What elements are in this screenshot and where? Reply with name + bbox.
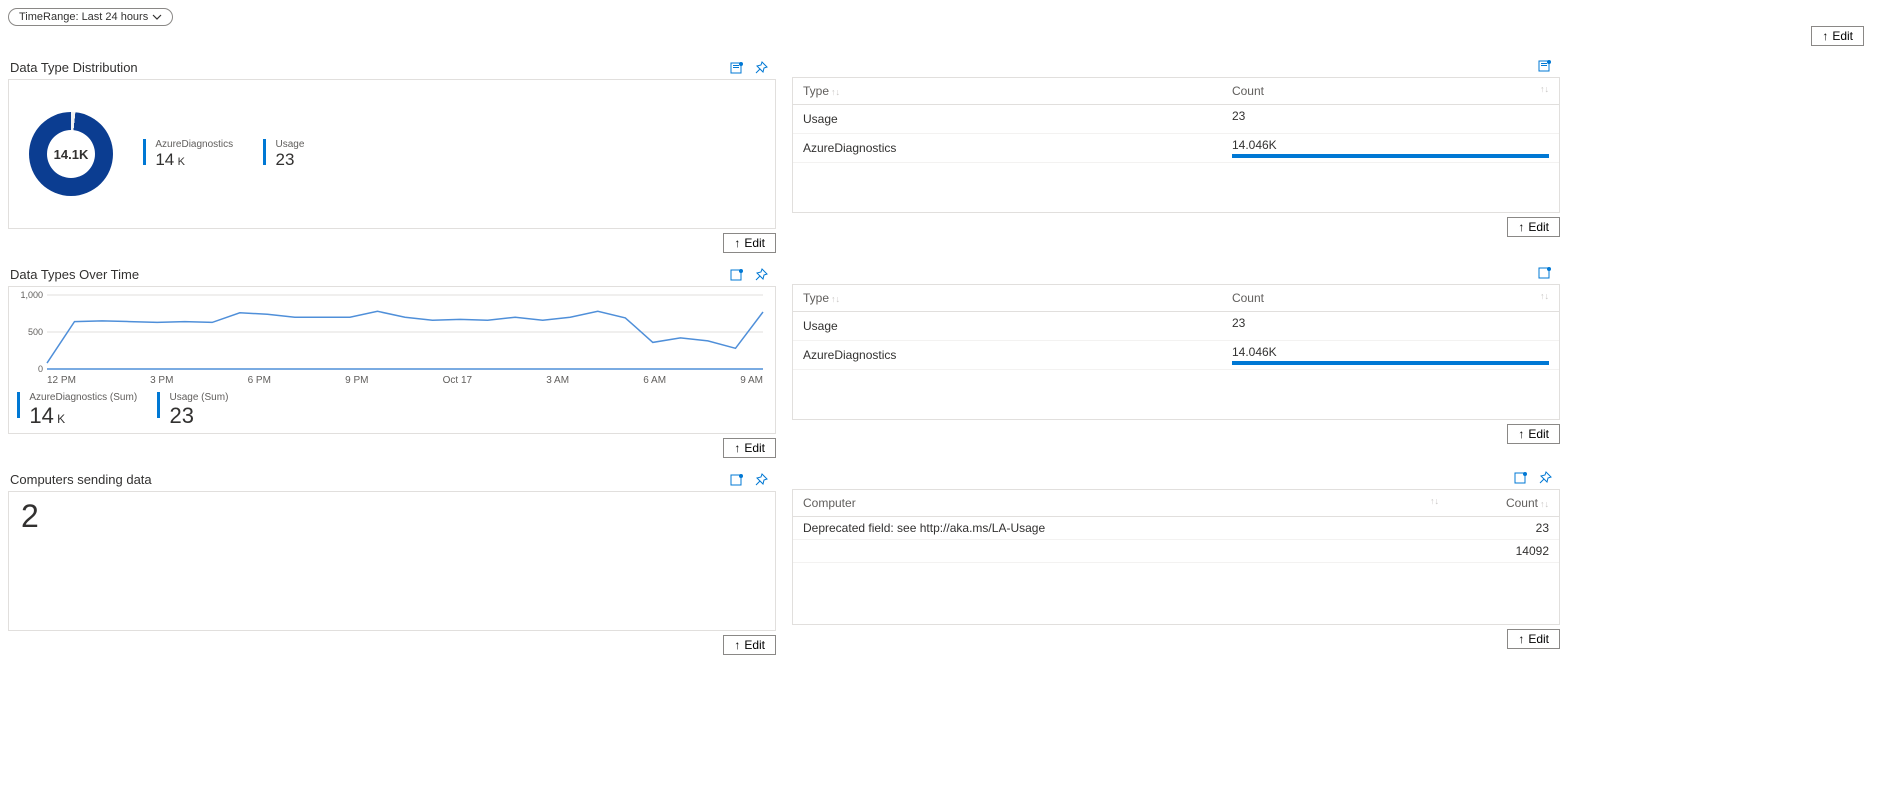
legend-item-usage-sum: Usage (Sum) 23	[157, 392, 228, 429]
col-count[interactable]: Count↑↓	[1222, 78, 1559, 105]
pin-icon[interactable]	[753, 267, 769, 283]
table-row[interactable]: 14092	[793, 540, 1559, 563]
donut-center-value: 14.1K	[29, 112, 113, 196]
pin-icon[interactable]	[753, 60, 769, 76]
panel-data-type-dist: 14.1K AzureDiagnostics 14 K Usage	[8, 79, 776, 229]
pin-icon[interactable]	[1537, 470, 1553, 486]
panel-data-types-over-time: 0 500 1,000 12 PM3 PM6 PM9 PMOct 173 AM6 A…	[8, 286, 776, 434]
section-title-computers: Computers sending data	[10, 472, 776, 487]
edit-button[interactable]: ↑ Edit	[1507, 217, 1560, 237]
col-computer[interactable]: Computer↑↓	[793, 490, 1489, 517]
col-type[interactable]: Type↑↓	[793, 78, 1222, 105]
x-axis-labels: 12 PM3 PM6 PM9 PMOct 173 AM6 AM9 AM	[17, 373, 767, 390]
logs-icon[interactable]	[729, 60, 745, 76]
col-count[interactable]: Count↑↓	[1489, 490, 1559, 517]
up-arrow-icon: ↑	[1518, 220, 1524, 234]
legend-item-azurediagnostics: AzureDiagnostics 14 K	[143, 139, 233, 170]
pin-icon[interactable]	[753, 472, 769, 488]
logs-icon[interactable]	[1537, 265, 1553, 281]
donut-legend: AzureDiagnostics 14 K Usage 23	[143, 139, 304, 170]
table-computer: Computer↑↓ Count↑↓ Deprecated field: see…	[793, 490, 1559, 563]
logs-icon[interactable]	[729, 267, 745, 283]
edit-button[interactable]: ↑ Edit	[1811, 26, 1864, 46]
edit-label: Edit	[1832, 29, 1853, 43]
svg-text:500: 500	[28, 327, 43, 337]
panel-table-computer: Computer↑↓ Count↑↓ Deprecated field: see…	[792, 489, 1560, 625]
panel-table-type-count-1: Type↑↓ Count↑↓ Usage 23 AzureDiagnostics…	[792, 77, 1560, 213]
edit-button[interactable]: ↑ Edit	[723, 635, 776, 655]
table-row[interactable]: Usage 23	[793, 105, 1559, 134]
timerange-label: TimeRange: Last 24 hours	[19, 11, 148, 23]
edit-button[interactable]: ↑ Edit	[723, 233, 776, 253]
table-row[interactable]: Usage 23	[793, 312, 1559, 341]
up-arrow-icon: ↑	[1822, 29, 1828, 43]
line-chart: 0 500 1,000	[17, 291, 769, 373]
legend-item-azurediagnostics-sum: AzureDiagnostics (Sum) 14 K	[17, 392, 137, 429]
col-count[interactable]: Count↑↓	[1222, 285, 1559, 312]
edit-button[interactable]: ↑ Edit	[723, 438, 776, 458]
table-row[interactable]: AzureDiagnostics 14.046K	[793, 134, 1559, 163]
donut-chart: 14.1K	[29, 112, 113, 196]
panel-table-type-count-2: Type↑↓ Count↑↓ Usage 23 AzureDiagnostics…	[792, 284, 1560, 420]
line-legend: AzureDiagnostics (Sum) 14 K Usage (Sum) …	[9, 390, 775, 433]
table-row[interactable]: Deprecated field: see http://aka.ms/LA-U…	[793, 517, 1559, 540]
edit-button[interactable]: ↑ Edit	[1507, 629, 1560, 649]
chevron-down-icon	[152, 12, 162, 22]
timerange-filter[interactable]: TimeRange: Last 24 hours	[8, 8, 173, 26]
svg-text:1,000: 1,000	[20, 291, 43, 300]
table-type-count-2: Type↑↓ Count↑↓ Usage 23 AzureDiagnostics…	[793, 285, 1559, 370]
logs-icon[interactable]	[1513, 470, 1529, 486]
computers-count: 2	[9, 492, 775, 541]
logs-icon[interactable]	[729, 472, 745, 488]
col-type[interactable]: Type↑↓	[793, 285, 1222, 312]
legend-item-usage: Usage 23	[263, 139, 304, 170]
up-arrow-icon: ↑	[1518, 427, 1524, 441]
edit-button[interactable]: ↑ Edit	[1507, 424, 1560, 444]
up-arrow-icon: ↑	[734, 638, 740, 652]
up-arrow-icon: ↑	[1518, 632, 1524, 646]
up-arrow-icon: ↑	[734, 236, 740, 250]
svg-text:0: 0	[38, 364, 43, 373]
table-row[interactable]: AzureDiagnostics 14.046K	[793, 341, 1559, 370]
section-title-data-type-dist: Data Type Distribution	[10, 60, 776, 75]
panel-computers: 2	[8, 491, 776, 631]
table-type-count-1: Type↑↓ Count↑↓ Usage 23 AzureDiagnostics…	[793, 78, 1559, 163]
section-title-data-types-over-time: Data Types Over Time	[10, 267, 776, 282]
logs-icon[interactable]	[1537, 58, 1553, 74]
up-arrow-icon: ↑	[734, 441, 740, 455]
